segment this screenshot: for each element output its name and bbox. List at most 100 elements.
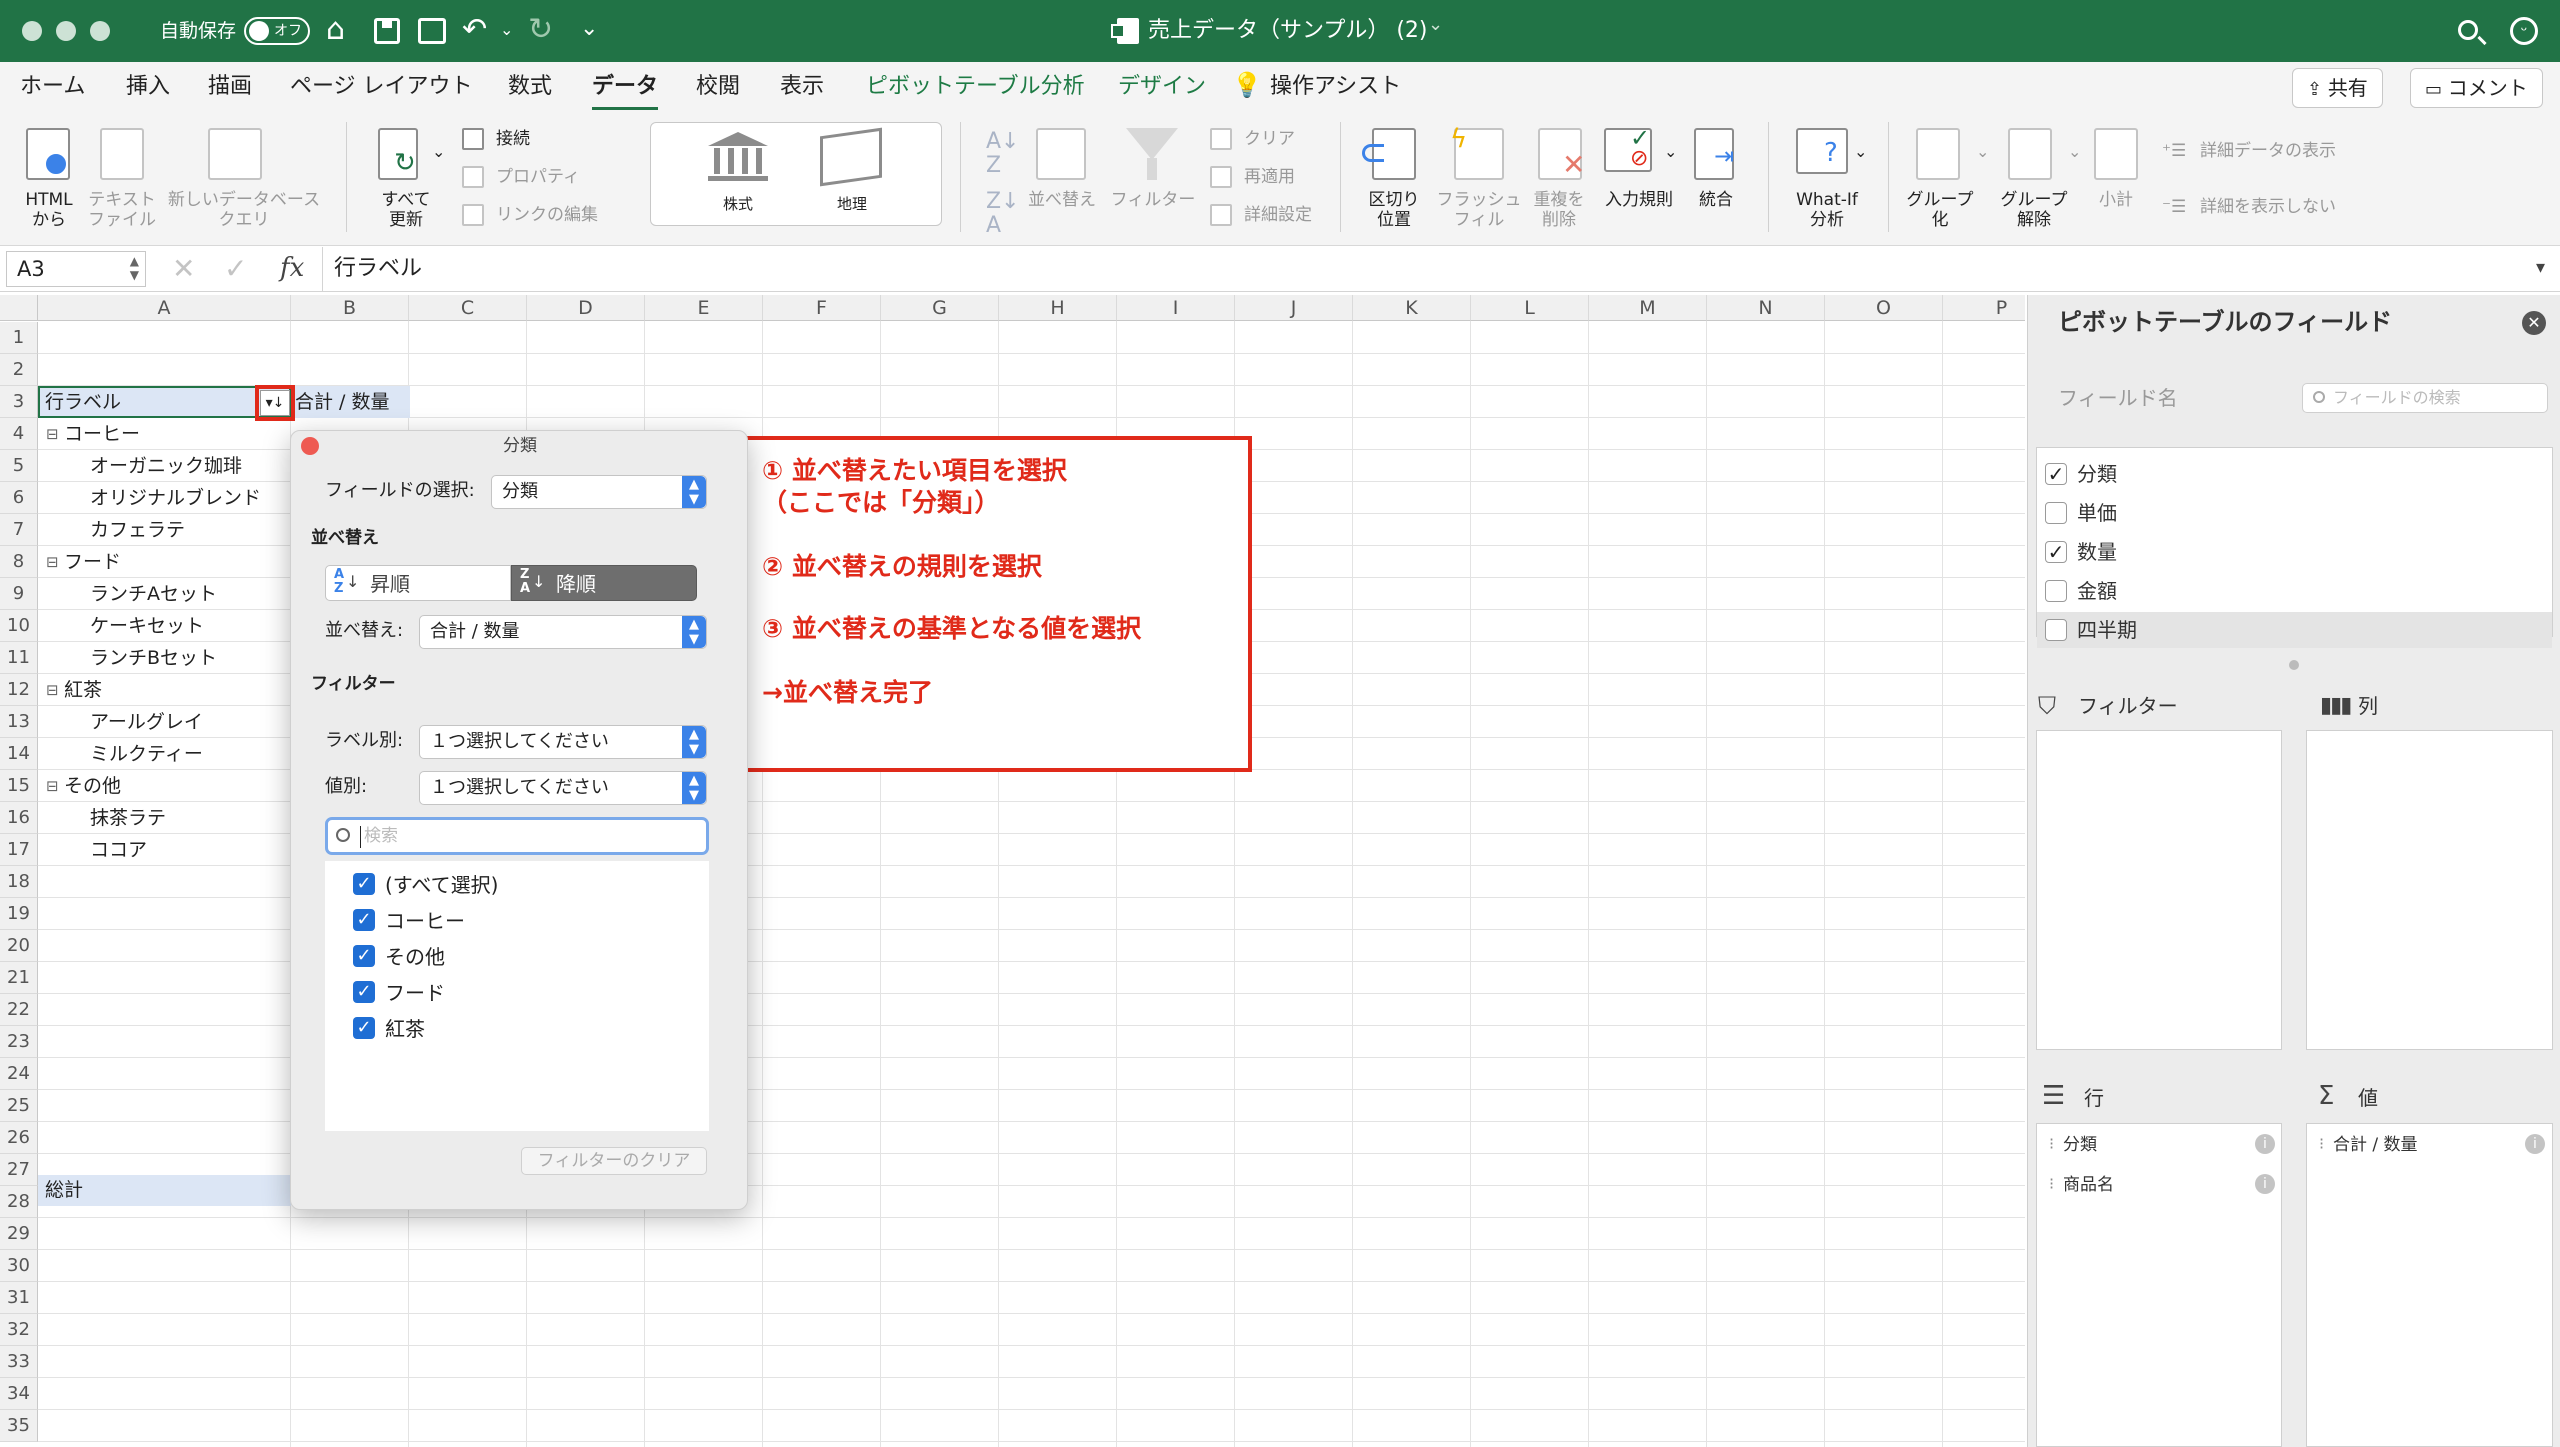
edit-links-icon[interactable] (462, 204, 484, 226)
refresh-all-label[interactable]: すべて 更新 (366, 190, 446, 230)
undo-dropdown-icon[interactable]: ⌄ (500, 20, 513, 39)
tab-draw[interactable]: 描画 (208, 72, 252, 102)
row-header-31[interactable]: 31 (0, 1282, 38, 1314)
text-to-columns-label[interactable]: 区切り 位置 (1356, 190, 1432, 230)
checkbox-unchecked-icon[interactable] (2045, 502, 2067, 524)
reapply-label[interactable]: 再適用 (1244, 166, 1295, 188)
column-header-e[interactable]: E (645, 295, 763, 321)
title-chevron-icon[interactable]: ⌄ (1428, 14, 1443, 35)
sort-az-icon[interactable]: A↓ Z (986, 130, 1019, 178)
field-search-input[interactable]: フィールドの検索 (2302, 383, 2548, 413)
field-item[interactable]: 四半期 (2037, 612, 2552, 648)
data-validation-label[interactable]: 入力規則 (1596, 190, 1682, 210)
subtotal-icon[interactable] (2094, 128, 2138, 180)
filter-list-item[interactable]: ✓ フード (325, 977, 709, 1009)
show-detail-icon[interactable]: ⁺☰ (2162, 140, 2186, 162)
remove-duplicates-label[interactable]: 重複を 削除 (1524, 190, 1594, 230)
save-as-icon[interactable] (418, 18, 446, 44)
row-header-1[interactable]: 1 (0, 322, 38, 354)
stocks-icon[interactable] (708, 132, 768, 182)
row-header-2[interactable]: 2 (0, 354, 38, 386)
values-item-sum-qty[interactable]: 合計 / 数量 (2333, 1132, 2418, 1158)
column-header-j[interactable]: J (1235, 295, 1353, 321)
text-file-icon[interactable] (100, 128, 144, 180)
show-detail-label[interactable]: 詳細データの表示 (2200, 140, 2336, 162)
close-window-button[interactable] (22, 21, 42, 41)
row-header-29[interactable]: 29 (0, 1218, 38, 1250)
collapse-icon[interactable]: ⊟ (46, 771, 59, 802)
ungroup-label[interactable]: グループ 解除 (1994, 190, 2074, 230)
row-header-21[interactable]: 21 (0, 962, 38, 994)
row-header-25[interactable]: 25 (0, 1090, 38, 1122)
row-header-27[interactable]: 27 (0, 1154, 38, 1186)
checkbox-checked-icon[interactable]: ✓ (353, 873, 375, 895)
column-header-o[interactable]: O (1825, 295, 1943, 321)
values-drop-area[interactable]: ⁝ 合計 / 数量 i (2306, 1123, 2553, 1447)
filter-list-item[interactable]: ✓ コーヒー (325, 905, 709, 937)
column-header-h[interactable]: H (999, 295, 1117, 321)
row-header-7[interactable]: 7 (0, 514, 38, 546)
text-to-columns-icon[interactable] (1362, 128, 1416, 180)
row-header-14[interactable]: 14 (0, 738, 38, 770)
columns-drop-area[interactable] (2306, 730, 2553, 1050)
row-header-26[interactable]: 26 (0, 1122, 38, 1154)
row-header-24[interactable]: 24 (0, 1058, 38, 1090)
html-import-icon[interactable] (26, 128, 70, 180)
sort-icon[interactable] (1036, 128, 1086, 180)
tab-design[interactable]: デザイン (1118, 72, 1206, 102)
advanced-filter-icon[interactable] (1210, 204, 1232, 226)
new-db-query-icon[interactable] (208, 128, 262, 180)
row-header-32[interactable]: 32 (0, 1314, 38, 1346)
sort-descending-button[interactable]: ZA ↓ 降順 (511, 565, 697, 601)
column-header-f[interactable]: F (763, 295, 881, 321)
advanced-filter-label[interactable]: 詳細設定 (1244, 204, 1312, 226)
group-dropdown-icon[interactable]: ⌄ (1976, 142, 1989, 161)
row-header-5[interactable]: 5 (0, 450, 38, 482)
filter-list-item[interactable]: ✓ (すべて選択) (325, 869, 709, 901)
row-header-4[interactable]: 4 (0, 418, 38, 450)
field-item[interactable]: 金額 (2037, 573, 2552, 609)
filter-list-item[interactable]: ✓ 紅茶 (325, 1013, 709, 1045)
tab-page-layout[interactable]: ページ レイアウト (290, 72, 473, 102)
customize-toolbar-icon[interactable]: ⌄ (580, 16, 598, 41)
tab-home[interactable]: ホーム (20, 72, 85, 102)
confirm-entry-icon[interactable]: ✓ (224, 253, 247, 285)
hide-detail-label[interactable]: 詳細を表示しない (2200, 196, 2336, 218)
rows-item-category[interactable]: 分類 (2063, 1132, 2097, 1158)
row-header-30[interactable]: 30 (0, 1250, 38, 1282)
sort-za-icon[interactable]: Z↓ A (986, 190, 1020, 238)
column-header-p[interactable]: P (1943, 295, 2025, 321)
row-header-15[interactable]: 15 (0, 770, 38, 802)
connections-icon[interactable] (462, 128, 484, 150)
column-header-n[interactable]: N (1707, 295, 1825, 321)
column-header-l[interactable]: L (1471, 295, 1589, 321)
flash-fill-icon[interactable]: ϟ (1450, 124, 1504, 180)
properties-icon[interactable] (462, 166, 484, 188)
column-header-b[interactable]: B (291, 295, 409, 321)
info-icon[interactable]: i (2255, 1134, 2275, 1154)
cancel-entry-icon[interactable]: ✕ (172, 253, 195, 285)
ungroup-dropdown-icon[interactable]: ⌄ (2068, 142, 2081, 161)
rows-drop-area[interactable]: ⁝ 分類 i ⁝ 商品名 i (2036, 1123, 2282, 1447)
checkbox-unchecked-icon[interactable] (2045, 580, 2067, 602)
row-header-6[interactable]: 6 (0, 482, 38, 514)
select-all-corner[interactable] (0, 295, 38, 321)
row-header-35[interactable]: 35 (0, 1410, 38, 1442)
pane-close-icon[interactable]: ✕ (2522, 311, 2546, 335)
checkbox-checked-icon[interactable]: ✓ (2045, 541, 2067, 563)
column-header-k[interactable]: K (1353, 295, 1471, 321)
row-header-34[interactable]: 34 (0, 1378, 38, 1410)
autosave-toggle[interactable]: オフ (244, 17, 310, 45)
filter-label[interactable]: フィルター (1108, 190, 1198, 210)
row-header-11[interactable]: 11 (0, 642, 38, 674)
reapply-icon[interactable] (1210, 166, 1232, 188)
group-icon[interactable] (1916, 128, 1960, 180)
value-filter-dropdown[interactable]: １つ選択してください ▲ ▼ (419, 771, 707, 805)
info-icon[interactable]: i (2255, 1174, 2275, 1194)
formula-expand-icon[interactable]: ▾ (2536, 257, 2545, 278)
refresh-all-icon[interactable]: ↻ (378, 128, 418, 180)
save-icon[interactable] (374, 18, 400, 44)
row-header-9[interactable]: 9 (0, 578, 38, 610)
row-header-23[interactable]: 23 (0, 1026, 38, 1058)
fx-icon[interactable]: fx (280, 251, 304, 285)
